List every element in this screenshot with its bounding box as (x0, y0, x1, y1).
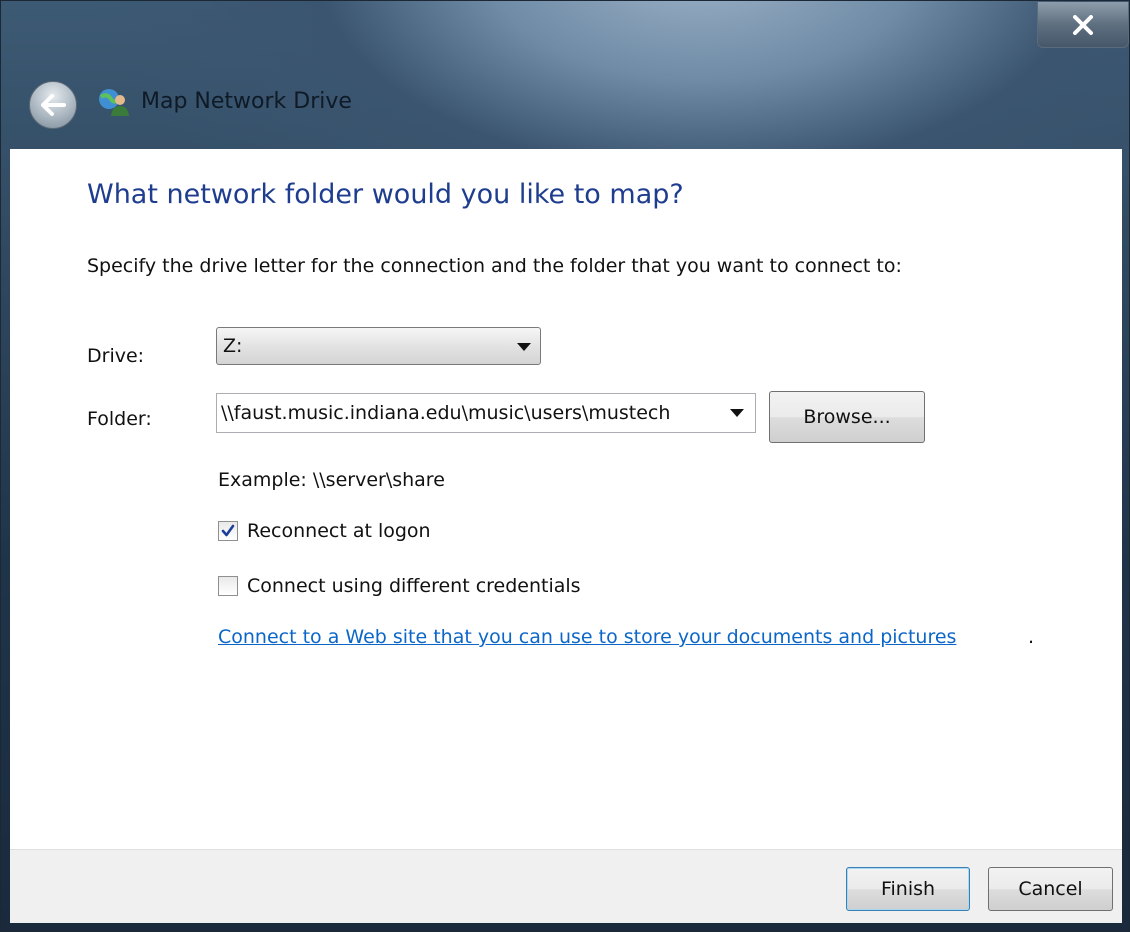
chevron-down-icon[interactable] (730, 409, 744, 417)
web-site-link[interactable]: Connect to a Web site that you can use t… (218, 626, 956, 648)
browse-button[interactable]: Browse... (769, 391, 925, 443)
content-area (10, 149, 1122, 849)
checkmark-icon (221, 524, 235, 537)
map-network-drive-window: Map Network Drive What network folder wo… (0, 0, 1130, 932)
drive-select[interactable]: Z: (216, 327, 541, 365)
close-icon (1073, 14, 1093, 35)
example-text: Example: \\server\share (218, 469, 445, 491)
window-title: Map Network Drive (141, 89, 352, 114)
credentials-row: Connect using different credentials (218, 575, 581, 597)
reconnect-row: Reconnect at logon (218, 520, 431, 542)
reconnect-checkbox[interactable] (218, 521, 238, 541)
credentials-label[interactable]: Connect using different credentials (247, 575, 581, 597)
reconnect-label[interactable]: Reconnect at logon (247, 520, 431, 542)
chevron-down-icon (517, 343, 531, 351)
page-heading: What network folder would you like to ma… (87, 179, 684, 210)
title-bar: Map Network Drive (1, 1, 1130, 149)
folder-label: Folder: (87, 408, 152, 430)
instruction-text: Specify the drive letter for the connect… (87, 255, 902, 277)
cancel-button[interactable]: Cancel (988, 867, 1113, 911)
network-drive-icon (99, 89, 129, 116)
folder-combobox[interactable]: \\faust.music.indiana.edu\music\users\mu… (216, 393, 756, 433)
close-button[interactable] (1037, 2, 1129, 48)
back-button[interactable] (29, 81, 77, 129)
finish-button[interactable]: Finish (846, 867, 970, 911)
drive-value: Z: (223, 335, 243, 357)
link-period: . (1028, 626, 1035, 648)
folder-value: \\faust.music.indiana.edu\music\users\mu… (221, 402, 671, 424)
back-arrow-icon (41, 94, 66, 116)
credentials-checkbox[interactable] (218, 576, 238, 596)
drive-label: Drive: (87, 345, 145, 367)
